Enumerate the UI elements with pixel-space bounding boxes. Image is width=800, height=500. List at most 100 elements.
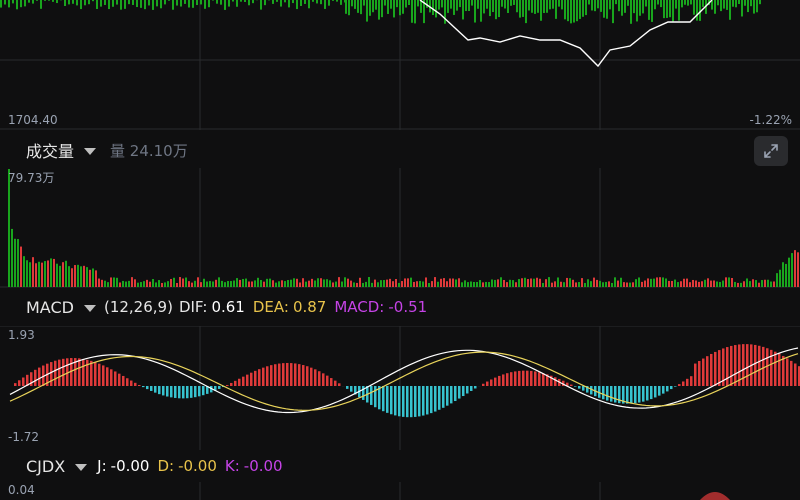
- volume-bar: [359, 277, 361, 287]
- macd-histogram-bar: [606, 386, 609, 401]
- price-volume-bar: [224, 0, 226, 10]
- volume-bar: [47, 260, 49, 287]
- price-volume-bar: [753, 0, 755, 14]
- volume-bar: [272, 280, 274, 287]
- macd-histogram-bar: [150, 386, 153, 391]
- price-volume-bar: [468, 0, 470, 12]
- volume-bar: [206, 281, 208, 287]
- volume-bar: [74, 265, 76, 287]
- price-volume-bar: [696, 0, 698, 21]
- macd-histogram-bar: [82, 358, 85, 386]
- macd-histogram-bar: [106, 367, 109, 386]
- macd-histogram-bar: [94, 362, 97, 386]
- volume-bar: [368, 277, 370, 287]
- price-volume-bar: [528, 0, 530, 11]
- price-volume-bar: [411, 0, 413, 23]
- price-volume-bar: [216, 0, 218, 4]
- volume-bar: [419, 280, 421, 287]
- macd-histogram-bar: [370, 386, 373, 405]
- volume-indicator-selector[interactable]: 成交量: [26, 138, 97, 162]
- macd-histogram-bar: [50, 362, 53, 386]
- price-volume-bar: [32, 0, 34, 4]
- volume-bar: [467, 282, 469, 287]
- volume-bar: [683, 278, 685, 287]
- price-volume-bar: [615, 0, 617, 5]
- price-volume-bar: [657, 0, 659, 5]
- price-volume-bar: [236, 0, 238, 7]
- macd-histogram-bar: [298, 364, 301, 386]
- volume-bar: [638, 277, 640, 287]
- volume-bar: [791, 253, 793, 287]
- volume-bar: [731, 278, 733, 287]
- macd-histogram-bar: [666, 386, 669, 392]
- macd-histogram-bar: [518, 370, 521, 386]
- price-volume-bar: [204, 0, 206, 9]
- price-volume-bar: [0, 0, 2, 8]
- price-volume-bar: [618, 0, 620, 12]
- price-volume-bar: [372, 0, 374, 13]
- volume-bar: [725, 277, 727, 287]
- macd-dif-label: DIF:: [178, 298, 208, 316]
- volume-bar: [548, 277, 550, 287]
- price-volume-bar: [537, 0, 539, 13]
- volume-bar: [83, 265, 85, 287]
- macd-histogram-bar: [318, 371, 321, 386]
- volume-bar: [284, 281, 286, 287]
- price-volume-bar: [414, 0, 416, 24]
- price-volume-bar: [76, 0, 78, 6]
- macd-histogram-bar: [258, 369, 261, 386]
- macd-histogram-bar: [190, 386, 193, 398]
- macd-histogram-bar: [294, 363, 297, 386]
- price-volume-bar: [654, 0, 656, 10]
- volume-bar: [353, 282, 355, 287]
- price-volume-bar: [180, 0, 182, 7]
- price-volume-bar: [759, 0, 761, 5]
- price-volume-bar: [387, 0, 389, 14]
- macd-histogram-bar: [238, 378, 241, 386]
- macd-histogram-bar: [110, 369, 113, 386]
- volume-indicator-name: 成交量: [26, 142, 75, 161]
- macd-histogram-bar: [534, 371, 537, 386]
- volume-bar: [767, 279, 769, 287]
- volume-bar: [308, 280, 310, 287]
- macd-histogram-bar: [682, 381, 685, 386]
- price-volume-bar: [660, 0, 662, 8]
- macd-histogram-bar: [410, 386, 413, 418]
- macd-indicator-name: MACD: [26, 297, 74, 317]
- macd-histogram-bar: [338, 383, 341, 386]
- volume-bar: [668, 280, 670, 287]
- cjdx-d-label: D:: [157, 457, 175, 475]
- volume-bar: [374, 279, 376, 287]
- volume-bar: [407, 278, 409, 287]
- macd-histogram-bar: [170, 386, 173, 398]
- volume-bar: [728, 277, 730, 287]
- macd-histogram-bar: [490, 379, 493, 386]
- volume-bar: [500, 277, 502, 287]
- price-volume-bar: [408, 0, 410, 6]
- macd-histogram-bar: [130, 380, 133, 386]
- volume-bar: [173, 277, 175, 287]
- volume-bar: [185, 277, 187, 287]
- macd-indicator-selector[interactable]: MACD: [26, 298, 96, 317]
- price-volume-bar: [690, 0, 692, 5]
- volume-bar: [128, 280, 130, 287]
- volume-bar: [362, 282, 364, 287]
- volume-bar: [269, 278, 271, 287]
- expand-button[interactable]: [754, 136, 788, 166]
- cjdx-indicator-selector[interactable]: CJDX: [26, 457, 88, 476]
- macd-histogram-bar: [414, 386, 417, 417]
- price-volume-bar: [296, 0, 298, 10]
- macd-histogram-bar: [290, 363, 293, 386]
- volume-bar: [617, 280, 619, 287]
- price-chart: [0, 0, 800, 130]
- price-volume-bar: [288, 0, 290, 8]
- volume-bar: [752, 279, 754, 287]
- price-volume-bar: [723, 0, 725, 9]
- price-volume-bar: [378, 0, 380, 20]
- volume-bar: [239, 279, 241, 287]
- macd-histogram-bar: [78, 358, 81, 386]
- price-volume-bar: [366, 0, 368, 22]
- chevron-down-icon: [83, 304, 96, 312]
- macd-histogram-bar: [502, 374, 505, 386]
- volume-bar: [527, 279, 529, 287]
